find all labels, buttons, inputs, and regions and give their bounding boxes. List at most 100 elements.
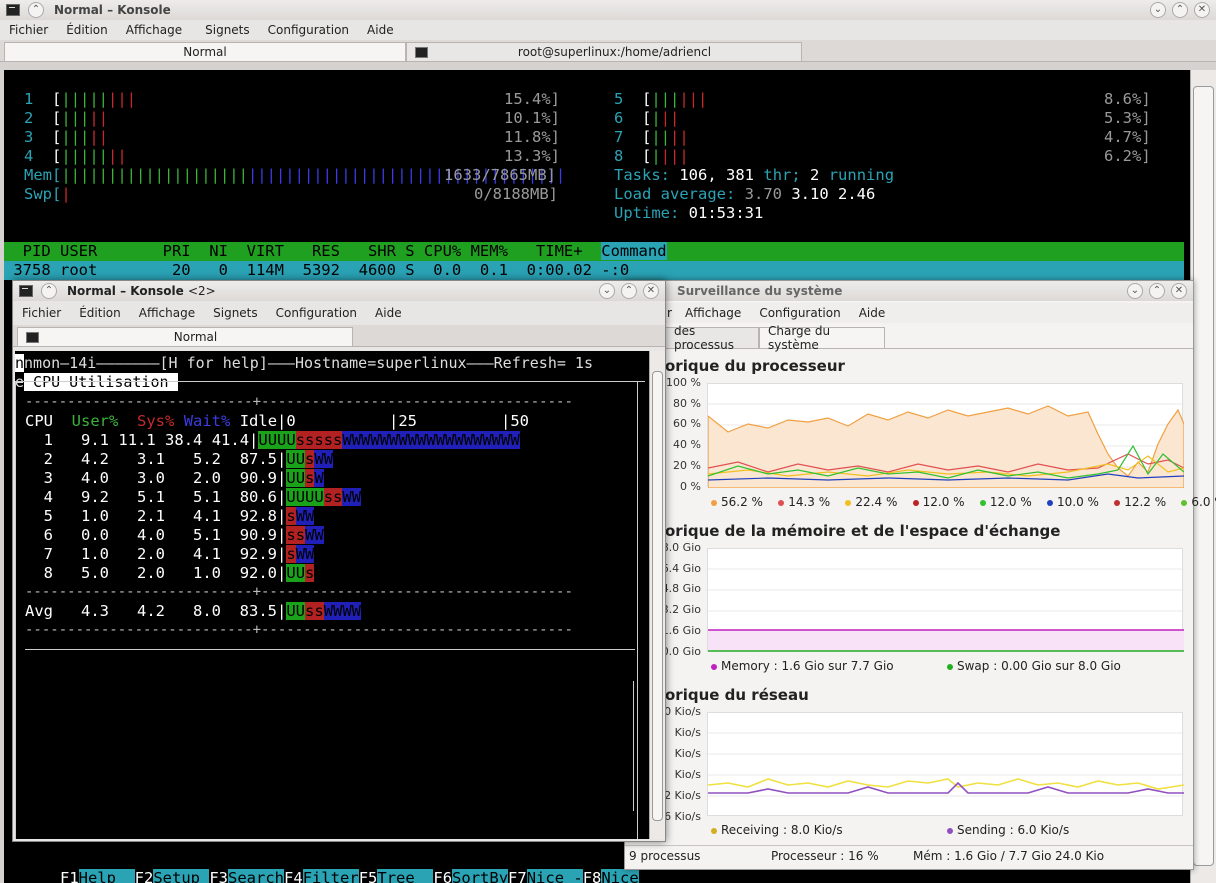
nmon-cpu-row: 6 0.0 4.0 5.1 90.9|ssWW <box>43 526 324 544</box>
legend-item: 10.0 % <box>1047 495 1099 509</box>
y-tick: 6.4 Gio <box>661 562 701 575</box>
menu-affichage[interactable]: Affichage <box>117 23 191 37</box>
konsole1-titlebar[interactable]: ⌃ Normal – Konsole ⌄ ⌃ ✕ <box>0 0 1216 20</box>
htop-cpu-4: 4 [||||||| <box>24 147 127 165</box>
terminal-icon <box>26 331 39 343</box>
y-tick: 20 % <box>673 459 701 472</box>
menu-edition[interactable]: Édition <box>57 23 117 37</box>
minimize-button[interactable]: ⌄ <box>599 283 615 299</box>
y-tick: 3.2 Gio <box>661 603 701 616</box>
cpu-1-pct: 15.4%] <box>504 90 560 108</box>
menu-configuration[interactable]: Configuration <box>267 306 366 320</box>
sysmon-tabbar: des processus Charge du système <box>625 324 1193 352</box>
fkey-sortby[interactable]: SortBy <box>452 869 509 883</box>
scrollbar-thumb[interactable] <box>1193 86 1214 866</box>
scrollbar-thumb[interactable] <box>652 371 663 821</box>
status-network: 24.0 Kio <box>1055 849 1105 863</box>
tab-processes[interactable]: des processus <box>665 324 759 352</box>
fkey-search[interactable]: Search <box>228 869 285 883</box>
nmon-header: nnmon—14i———————[H for help]———Hostname=… <box>15 354 593 372</box>
legend-item: 12.2 % <box>1114 495 1166 509</box>
status-cpu: Processeur : 16 % <box>771 849 879 863</box>
legend-item: 12.0 % <box>979 495 1032 509</box>
menu-fichier[interactable]: Fichier <box>13 306 70 320</box>
fkey-filter[interactable]: Filter <box>302 869 359 883</box>
memory-history-title: orique de la mémoire et de l'espace d'éc… <box>665 522 1061 540</box>
system-monitor-window: Surveillance du système ⌄ ⌃ ✕ r Affichag… <box>624 280 1216 870</box>
close-button[interactable]: ✕ <box>643 283 659 299</box>
minimize-button[interactable]: ⌄ <box>1127 283 1143 299</box>
menu-configuration[interactable]: Configuration <box>259 23 358 37</box>
network-history-plot <box>707 732 1185 797</box>
network-history-title: orique du réseau <box>665 686 809 704</box>
y-tick: Kio/s <box>674 726 701 739</box>
memory-legend-swap: Swap : 0.00 Gio sur 8.0 Gio <box>947 659 1121 673</box>
swp-value: 0/8188MB] <box>474 185 558 203</box>
konsole2-titlebar[interactable]: ⌃ Normal – Konsole <2> ⌄ ⌃ ✕ <box>13 281 665 301</box>
cpu-4-pct: 13.3%] <box>504 147 560 165</box>
tab-label: root@superlinux:/home/adriencl <box>517 45 712 59</box>
close-button[interactable]: ✕ <box>1171 283 1187 299</box>
htop-cpu-3: 3 [||||| <box>24 128 109 146</box>
pin-icon[interactable]: ⌃ <box>41 283 57 299</box>
menu-signets[interactable]: Signets <box>204 306 267 320</box>
htop-column-header[interactable]: PID USER PRI NI VIRT RES SHR S CPU% MEM%… <box>4 242 667 261</box>
menu-aide[interactable]: Aide <box>358 23 403 37</box>
maximize-button[interactable]: ⌃ <box>1172 2 1188 18</box>
terminal-icon <box>415 46 428 58</box>
menu-aide[interactable]: Aide <box>850 306 895 320</box>
tab-system-load[interactable]: Charge du système <box>759 324 885 352</box>
memory-legend-memory: Memory : 1.6 Gio sur 7.7 Gio <box>711 659 894 673</box>
sysmon-titlebar[interactable]: Surveillance du système ⌄ ⌃ ✕ <box>625 281 1193 301</box>
konsole1-tabbar: Normal root@superlinux:/home/adriencl <box>0 40 1216 62</box>
nmon-column-header: CPU User% Sys% Wait% Idle|0 |25 |50 <box>25 412 529 430</box>
htop-tasks: Tasks: 106, 381 thr; 2 running <box>614 166 895 184</box>
fkey-nice-plus[interactable]: Nice <box>601 869 639 883</box>
menu-fichier[interactable]: Fichier <box>0 23 57 37</box>
konsole2-menubar: Fichier Édition Affichage Signets Config… <box>13 303 665 323</box>
y-tick: Kio/s <box>674 747 701 760</box>
konsole2-scrollbar[interactable] <box>649 351 665 839</box>
pin-icon[interactable]: ⌃ <box>28 2 44 18</box>
menu-configuration[interactable]: Configuration <box>750 306 849 320</box>
mem-value: 1633/7865MB] <box>444 166 556 184</box>
y-tick: 8.0 Gio <box>661 541 701 554</box>
close-button[interactable]: ✕ <box>1194 2 1210 18</box>
legend-item: 12.0 % <box>912 495 965 509</box>
window-title: Surveillance du système <box>677 284 843 298</box>
fkey-help[interactable]: Help <box>78 869 135 883</box>
minimize-button[interactable]: ⌄ <box>1150 2 1166 18</box>
tab-normal[interactable]: Normal <box>4 42 406 61</box>
y-tick: 40 % <box>673 438 701 451</box>
window-title: Normal – Konsole <box>54 3 171 17</box>
nmon-terminal[interactable]: nnmon—14i———————[H for help]———Hostname=… <box>15 351 649 839</box>
tab-normal[interactable]: Normal <box>17 327 353 346</box>
menu-aide[interactable]: Aide <box>366 306 411 320</box>
nmon-cpu-row: 2 4.2 3.1 5.2 87.5|UUsWW <box>43 450 334 468</box>
memory-history-chart <box>707 548 1184 652</box>
htop-process-row[interactable]: 3758 root 20 0 114M 5392 4600 S 0.0 0.1 … <box>4 261 629 280</box>
y-tick: Kio/s <box>674 768 701 781</box>
status-memory: Mém : 1.6 Gio / 7.7 Gio <box>913 849 1052 863</box>
menu-affichage[interactable]: Affichage <box>676 306 750 320</box>
menu-affichage[interactable]: Affichage <box>130 306 204 320</box>
status-process-count: 9 processus <box>629 849 701 863</box>
menu-signets[interactable]: Signets <box>191 23 259 37</box>
maximize-button[interactable]: ⌃ <box>1149 283 1165 299</box>
maximize-button[interactable]: ⌃ <box>621 283 637 299</box>
menu-edition[interactable]: Édition <box>70 306 130 320</box>
htop-load-average: Load average: 3.70 3.10 2.46 <box>614 185 876 203</box>
nmon-divider: ---------------------------+------------… <box>25 622 573 638</box>
nmon-divider: ---------------------------+------------… <box>25 394 573 410</box>
y-tick: 0 % <box>680 480 701 493</box>
fkey-tree[interactable]: Tree <box>377 869 434 883</box>
nmon-cpu-row: 5 1.0 2.1 4.1 92.8|sWW <box>43 507 315 525</box>
cpu-8-pct: 6.2%] <box>1104 147 1151 165</box>
htop-cpu-5: 5 [|||||| <box>614 90 708 108</box>
fkey-setup[interactable]: Setup <box>153 869 210 883</box>
tab-root-session[interactable]: root@superlinux:/home/adriencl <box>406 42 802 61</box>
fkey-nice-minus[interactable]: Nice - <box>526 869 583 883</box>
y-tick: 1.6 Gio <box>661 624 701 637</box>
y-tick: 4.8 Gio <box>661 582 701 595</box>
cpu-3-pct: 11.8%] <box>504 128 560 146</box>
